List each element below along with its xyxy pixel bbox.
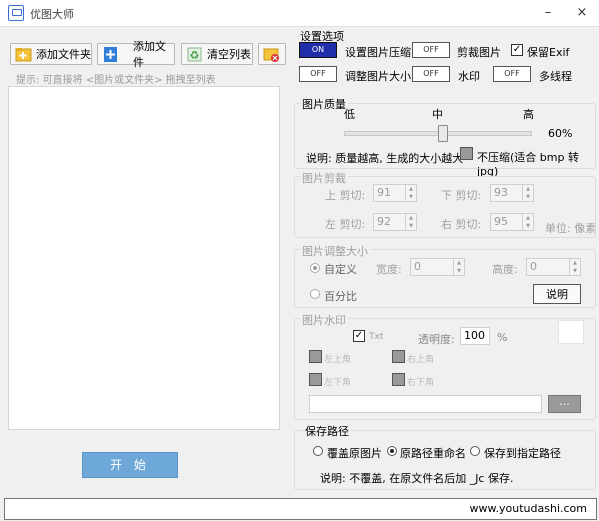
- save-rename-radio[interactable]: [387, 446, 397, 456]
- close-button[interactable]: ×: [567, 0, 597, 26]
- resize-percent-label: 百分比: [324, 290, 357, 303]
- resize-width-input[interactable]: 0 ▲ ▼: [410, 258, 465, 276]
- no-compress-checkbox[interactable]: [460, 147, 473, 160]
- compress-label: 设置图片压缩: [345, 46, 411, 59]
- file-list[interactable]: [8, 86, 280, 430]
- crop-bottom-value: 93: [494, 186, 508, 199]
- watermark-title: 图片水印: [300, 312, 348, 328]
- crop-top-value: 91: [377, 186, 391, 199]
- quality-low-label: 低: [344, 108, 355, 121]
- folder-plus-icon: [15, 46, 32, 63]
- resize-title: 图片调整大小: [300, 243, 370, 259]
- crop-right-label: 右 剪切:: [441, 218, 482, 231]
- crop-top-label: 上 剪切:: [325, 189, 366, 202]
- crop-right-value: 95: [494, 215, 508, 228]
- watermark-text-tag: Txt: [369, 332, 384, 342]
- pos-top-left-checkbox[interactable]: [309, 350, 322, 363]
- resize-percent-radio[interactable]: [310, 289, 320, 299]
- resize-height-value: 0: [530, 260, 537, 273]
- spin-arrows-icon[interactable]: ▲ ▼: [405, 214, 416, 230]
- spin-arrows-icon[interactable]: ▲ ▼: [405, 185, 416, 201]
- resize-explain-button[interactable]: 说明: [533, 284, 581, 304]
- opacity-input[interactable]: 100: [460, 327, 490, 345]
- resize-height-input[interactable]: 0 ▲ ▼: [526, 258, 581, 276]
- quality-high-label: 高: [523, 108, 534, 121]
- save-note: 说明: 不覆盖, 在原文件名后加 _Jc 保存.: [320, 472, 514, 485]
- watermark-browse-button[interactable]: ...: [548, 395, 581, 413]
- spin-arrows-icon[interactable]: ▲ ▼: [522, 214, 533, 230]
- opacity-label: 透明度:: [418, 333, 455, 346]
- file-plus-icon: [102, 46, 119, 63]
- spin-arrows-icon[interactable]: ▲ ▼: [569, 259, 580, 275]
- pos-bottom-right-checkbox[interactable]: [392, 373, 405, 386]
- save-title: 保存路径: [303, 423, 351, 439]
- watermark-label: 水印: [458, 70, 480, 83]
- spin-arrows-icon[interactable]: ▲ ▼: [522, 185, 533, 201]
- pos-bottom-right-label: 右下角: [407, 378, 435, 388]
- spin-arrows-icon[interactable]: ▲ ▼: [453, 259, 464, 275]
- quality-title: 图片质量: [300, 96, 348, 112]
- add-folder-label: 添加文件夹: [36, 48, 91, 61]
- window-title: 优图大师: [30, 8, 74, 21]
- add-folder-button[interactable]: 添加文件夹: [10, 43, 92, 65]
- remove-file-button[interactable]: [258, 43, 286, 65]
- pos-bottom-left-checkbox[interactable]: [309, 373, 322, 386]
- quality-value: 60%: [548, 127, 573, 140]
- quality-slider-thumb[interactable]: [437, 125, 448, 142]
- resize-label: 调整图片大小: [345, 70, 411, 83]
- quality-note: 说明: 质量越高, 生成的大小越大: [306, 152, 464, 165]
- keep-exif-label: 保留Exif: [527, 46, 570, 59]
- watermark-path-input[interactable]: [309, 395, 542, 413]
- save-custom-path-radio[interactable]: [470, 446, 480, 456]
- crop-left-value: 92: [377, 215, 391, 228]
- watermark-text-checkbox[interactable]: ✓: [353, 330, 365, 342]
- resize-height-label: 高度:: [492, 263, 518, 276]
- save-custom-path-label: 保存到指定路径: [484, 447, 561, 460]
- pos-bottom-left-label: 左下角: [324, 378, 352, 388]
- start-button[interactable]: 开 始: [82, 452, 178, 478]
- save-rename-label: 原路径重命名: [400, 447, 466, 460]
- crop-unit: 单位: 像素: [545, 222, 597, 235]
- multithread-label: 多线程: [539, 70, 572, 83]
- watermark-toggle[interactable]: OFF: [412, 66, 450, 82]
- quality-mid-label: 中: [432, 108, 443, 121]
- website-link[interactable]: www.youtudashi.com: [470, 502, 587, 515]
- watermark-color-swatch[interactable]: [558, 320, 584, 344]
- opacity-percent: %: [497, 331, 508, 344]
- clear-list-label: 清空列表: [207, 48, 251, 61]
- crop-label: 剪裁图片: [457, 46, 501, 59]
- pos-top-left-label: 左上角: [324, 355, 352, 365]
- crop-left-label: 左 剪切:: [325, 218, 366, 231]
- add-file-label: 添加文件: [133, 40, 166, 69]
- save-overwrite-label: 覆盖原图片: [327, 447, 382, 460]
- crop-bottom-input[interactable]: 93 ▲ ▼: [490, 184, 534, 202]
- crop-bottom-label: 下 剪切:: [441, 189, 482, 202]
- compress-toggle[interactable]: ON: [299, 42, 337, 58]
- resize-custom-radio[interactable]: [310, 263, 320, 273]
- remove-file-icon: [263, 46, 280, 63]
- crop-top-input[interactable]: 91 ▲ ▼: [373, 184, 417, 202]
- resize-custom-label: 自定义: [324, 263, 357, 276]
- resize-width-value: 0: [414, 260, 421, 273]
- crop-title: 图片剪裁: [300, 170, 348, 186]
- add-file-button[interactable]: 添加文件: [97, 40, 175, 69]
- app-icon: [8, 5, 24, 21]
- clear-list-button[interactable]: ♻ 清空列表: [181, 43, 253, 65]
- recycle-icon: ♻: [186, 46, 203, 63]
- resize-toggle[interactable]: OFF: [299, 66, 337, 82]
- svg-text:♻: ♻: [190, 49, 200, 62]
- pos-top-right-checkbox[interactable]: [392, 350, 405, 363]
- crop-right-input[interactable]: 95 ▲ ▼: [490, 213, 534, 231]
- crop-left-input[interactable]: 92 ▲ ▼: [373, 213, 417, 231]
- title-bar: [0, 0, 599, 27]
- save-overwrite-radio[interactable]: [313, 446, 323, 456]
- resize-width-label: 宽度:: [376, 263, 402, 276]
- multithread-toggle[interactable]: OFF: [493, 66, 531, 82]
- crop-toggle[interactable]: OFF: [412, 42, 450, 58]
- no-compress-label: 不压缩(适合 bmp 转 jpg): [477, 151, 579, 178]
- pos-top-right-label: 右上角: [407, 355, 435, 365]
- minimize-button[interactable]: –: [533, 0, 563, 26]
- keep-exif-checkbox[interactable]: ✓: [511, 44, 523, 56]
- drag-hint: 提示: 可直接将 <图片或文件夹> 拖拽至列表: [16, 75, 216, 86]
